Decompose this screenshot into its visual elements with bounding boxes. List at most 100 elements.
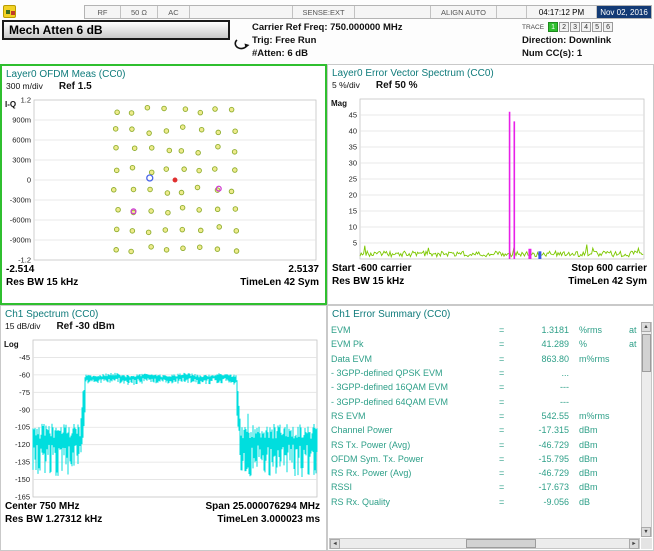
trace-indicator-6[interactable]: 6 <box>603 22 613 32</box>
time-len-label: TimeLen 42 Sym <box>240 277 319 288</box>
panel-title: Layer0 OFDM Meas (CC0) <box>4 67 323 81</box>
vscroll-thumb[interactable] <box>642 334 651 372</box>
svg-text:25: 25 <box>349 175 357 184</box>
svg-text:0: 0 <box>27 176 31 185</box>
summary-row: RS Rx. Power (Avg)=-46.729dBm <box>331 466 639 480</box>
rf-annunciator: RF <box>85 6 121 18</box>
res-bw-label: Res BW 15 kHz <box>6 277 78 288</box>
summary-horizontal-scrollbar[interactable]: ◄ ► <box>329 538 640 549</box>
panel-title: Ch1 Error Summary (CC0) <box>330 307 651 321</box>
scale-per-div-label: 15 dB/div <box>5 321 40 331</box>
trace-indicator-5[interactable]: 5 <box>592 22 602 32</box>
ref-level-label: Ref 50 % <box>376 80 418 91</box>
trigger-label: Trig: Free Run <box>252 34 462 47</box>
res-bw-label: Res BW 1.27312 kHz <box>5 514 102 525</box>
topbar-spacer <box>497 6 527 18</box>
svg-text:-600m: -600m <box>10 216 31 225</box>
x-stop-label: 2.5137 <box>288 264 319 275</box>
topbar-spacer <box>190 6 293 18</box>
panel-ofdm-meas[interactable]: Layer0 OFDM Meas (CC0) 300 m/div Ref 1.5… <box>0 64 327 305</box>
panel-error-summary[interactable]: Ch1 Error Summary (CC0) EVM=1.3181%rmsat… <box>327 305 654 551</box>
trace-label: TRACE <box>522 24 544 31</box>
x-start-label: -2.514 <box>6 264 34 275</box>
sense-annunciator: SENSE:EXT <box>293 6 355 18</box>
svg-text:300m: 300m <box>12 156 31 165</box>
mech-atten-button[interactable]: Mech Atten 6 dB <box>2 20 230 40</box>
panel-error-vector-spectrum[interactable]: Layer0 Error Vector Spectrum (CC0) 5 %/d… <box>327 64 654 305</box>
summary-row: RS Tx. Power (Avg)=-46.729dBm <box>331 437 639 451</box>
svg-text:900m: 900m <box>12 116 31 125</box>
svg-text:20: 20 <box>349 191 357 200</box>
x-stop-label: Stop 600 carrier <box>571 263 647 274</box>
summary-vertical-scrollbar[interactable]: ▲ ▼ <box>641 322 652 537</box>
scroll-right-icon[interactable]: ► <box>629 539 639 549</box>
summary-row: RS Rx. Quality=-9.056dB <box>331 495 639 509</box>
center-freq-label: Center 750 MHz <box>5 501 79 512</box>
summary-row: Data EVM=863.80m%rms <box>331 352 639 366</box>
summary-row: Channel Power=-17.315dBm <box>331 423 639 437</box>
scroll-left-icon[interactable]: ◄ <box>330 539 340 549</box>
scroll-down-icon[interactable]: ▼ <box>641 527 651 537</box>
atten-label: #Atten: 6 dB <box>252 47 462 60</box>
svg-text:30: 30 <box>349 159 357 168</box>
time-len-label: TimeLen 42 Sym <box>568 276 647 287</box>
carrier-ref-freq-label: Carrier Ref Freq: 750.000000 MHz <box>252 21 462 34</box>
date: Nov 02, 2016 <box>597 6 651 18</box>
error-vector-spectrum-plot[interactable]: 45403530252015105Mag <box>330 95 649 262</box>
coupling-annunciator: AC <box>158 6 190 18</box>
panel-title: Ch1 Spectrum (CC0) <box>3 307 324 321</box>
panel-title: Layer0 Error Vector Spectrum (CC0) <box>330 66 651 80</box>
svg-text:-45: -45 <box>19 353 30 362</box>
trace-selector: TRACE 1 2 3 4 5 6 <box>522 21 652 33</box>
num-cc-label: Num CC(s): 1 <box>522 47 652 60</box>
annunciator-strip: RF 50 Ω AC SENSE:EXT ALIGN AUTO 04:17:12… <box>84 5 652 19</box>
time-len-label: TimeLen 3.000023 ms <box>217 514 320 525</box>
summary-row: EVM=1.3181%rmsat <box>331 323 639 337</box>
panel-ch1-spectrum[interactable]: Ch1 Spectrum (CC0) 15 dB/div Ref -30 dBm… <box>0 305 327 551</box>
trace-indicator-2[interactable]: 2 <box>559 22 569 32</box>
hscroll-thumb[interactable] <box>466 539 536 548</box>
svg-text:-150: -150 <box>15 475 30 484</box>
svg-text:-900m: -900m <box>10 236 31 245</box>
svg-text:Log: Log <box>4 340 19 349</box>
svg-text:-75: -75 <box>19 388 30 397</box>
svg-text:-90: -90 <box>19 405 30 414</box>
svg-text:-120: -120 <box>15 440 30 449</box>
svg-text:15: 15 <box>349 207 357 216</box>
svg-text:Mag: Mag <box>331 99 347 108</box>
scroll-up-icon[interactable]: ▲ <box>641 322 651 332</box>
trace-indicator-1[interactable]: 1 <box>548 22 558 32</box>
summary-row: EVM Pk=41.289%at <box>331 337 639 351</box>
align-annunciator: ALIGN AUTO <box>431 6 497 18</box>
summary-row: RS EVM=542.55m%rms <box>331 409 639 423</box>
direction-label: Direction: Downlink <box>522 34 652 47</box>
svg-text:-60: -60 <box>19 370 30 379</box>
scale-per-div-label: 300 m/div <box>6 81 43 91</box>
summary-rows: EVM=1.3181%rmsatEVM Pk=41.289%atData EVM… <box>331 323 639 536</box>
summary-row: - 3GPP-defined QPSK EVM=... <box>331 366 639 380</box>
ref-level-label: Ref -30 dBm <box>56 321 114 332</box>
svg-text:-105: -105 <box>15 423 30 432</box>
scrollbar-corner <box>641 538 652 549</box>
svg-text:-1.2: -1.2 <box>18 256 31 264</box>
svg-text:-165: -165 <box>15 492 30 500</box>
spectrum-plot[interactable]: -45-60-75-90-105-120-135-150-165Log <box>3 336 322 500</box>
trace-indicator-4[interactable]: 4 <box>581 22 591 32</box>
vsa-app-window: RF 50 Ω AC SENSE:EXT ALIGN AUTO 04:17:12… <box>0 0 654 551</box>
carrier-info-column: Carrier Ref Freq: 750.000000 MHz Trig: F… <box>252 21 462 60</box>
res-bw-label: Res BW 15 kHz <box>332 276 404 287</box>
span-label: Span 25.000076294 MHz <box>205 501 320 512</box>
svg-text:10: 10 <box>349 223 357 232</box>
svg-text:5: 5 <box>353 239 357 248</box>
summary-row: - 3GPP-defined 64QAM EVM=--- <box>331 394 639 408</box>
scale-per-div-label: 5 %/div <box>332 80 360 90</box>
app-icon <box>3 5 16 18</box>
svg-text:-300m: -300m <box>10 196 31 205</box>
topbar-spacer <box>355 6 431 18</box>
impedance-annunciator: 50 Ω <box>121 6 158 18</box>
summary-row: RSSI=-17.673dBm <box>331 480 639 494</box>
constellation-plot[interactable]: 1.2900m600m300m0-300m-600m-900m-1.2I-Q <box>4 96 321 263</box>
trace-info-column: TRACE 1 2 3 4 5 6 Direction: Downlink Nu… <box>522 21 652 60</box>
ref-level-label: Ref 1.5 <box>59 81 92 92</box>
trace-indicator-3[interactable]: 3 <box>570 22 580 32</box>
